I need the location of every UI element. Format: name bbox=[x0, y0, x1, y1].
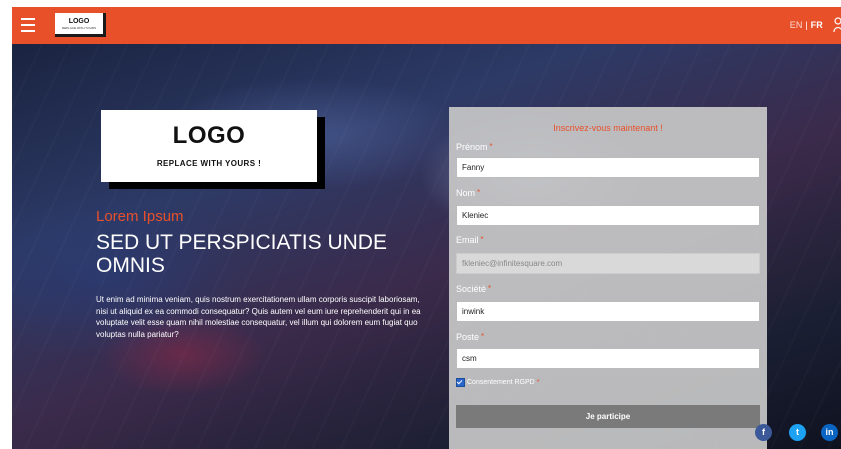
hero-section: LOGO REPLACE WITH YOURS ! Lorem Ipsum SE… bbox=[12, 44, 841, 449]
facebook-icon[interactable]: f bbox=[755, 424, 772, 441]
hero-logo-title: LOGO bbox=[172, 122, 246, 149]
hero-logo-subtitle: REPLACE WITH YOURS ! bbox=[156, 159, 262, 168]
required-mark: * bbox=[480, 235, 484, 244]
header-logo-subtitle: REPLACE WITH YOURS bbox=[62, 26, 96, 30]
hero-logo: LOGO REPLACE WITH YOURS ! bbox=[101, 110, 317, 182]
form-title: Inscrivez-vous maintenant ! bbox=[553, 123, 663, 133]
required-mark: * bbox=[477, 188, 481, 197]
required-mark: * bbox=[536, 379, 540, 386]
submit-button[interactable]: Je participe bbox=[456, 405, 760, 428]
lastname-label-text: Nom bbox=[456, 188, 476, 198]
hero-headline: SED UT PERSPICIATIS UNDE OMNIS bbox=[96, 231, 387, 277]
firstname-label: Prénom * bbox=[456, 142, 493, 152]
firstname-label-text: Prénom bbox=[456, 142, 488, 152]
registration-form: Inscrivez-vous maintenant ! Prénom* Nom*… bbox=[449, 107, 767, 449]
language-switcher: EN | FR bbox=[790, 20, 823, 30]
required-mark: * bbox=[489, 142, 493, 151]
position-input[interactable] bbox=[456, 348, 760, 369]
lang-separator: | bbox=[802, 20, 811, 30]
position-label-text: Poste bbox=[456, 332, 480, 342]
hamburger-menu-icon[interactable] bbox=[21, 18, 35, 32]
required-mark: * bbox=[488, 284, 492, 293]
hero-body-text: Ut enim ad minima veniam, quis nostrum e… bbox=[96, 295, 421, 339]
lastname-label: Nom * bbox=[456, 188, 480, 198]
company-label-text: Société bbox=[456, 284, 487, 294]
position-label: Poste * bbox=[456, 332, 484, 342]
consent-checkbox[interactable] bbox=[456, 378, 465, 387]
consent-row: Consentement RGPD * bbox=[456, 378, 539, 387]
header-logo[interactable]: LOGO REPLACE WITH YOURS bbox=[55, 13, 106, 37]
hero-kicker: Lorem Ipsum bbox=[96, 208, 184, 225]
email-label: Email * bbox=[456, 235, 484, 245]
required-mark: * bbox=[481, 332, 485, 341]
header-logo-title: LOGO bbox=[68, 18, 90, 25]
consent-label: Consentement RGPD bbox=[467, 379, 535, 386]
top-header-bar: LOGO REPLACE WITH YOURS EN | FR bbox=[12, 7, 841, 44]
linkedin-icon[interactable]: in bbox=[821, 424, 838, 441]
lang-fr-link[interactable]: FR bbox=[811, 20, 823, 30]
twitter-icon[interactable]: t bbox=[789, 424, 806, 441]
email-input bbox=[456, 253, 760, 274]
firstname-input[interactable] bbox=[456, 157, 760, 178]
email-label-text: Email bbox=[456, 235, 479, 245]
user-icon[interactable] bbox=[833, 17, 841, 33]
company-input[interactable] bbox=[456, 301, 760, 322]
lastname-input[interactable] bbox=[456, 205, 760, 226]
company-label: Société * bbox=[456, 284, 491, 294]
lang-en-link[interactable]: EN bbox=[790, 20, 803, 30]
